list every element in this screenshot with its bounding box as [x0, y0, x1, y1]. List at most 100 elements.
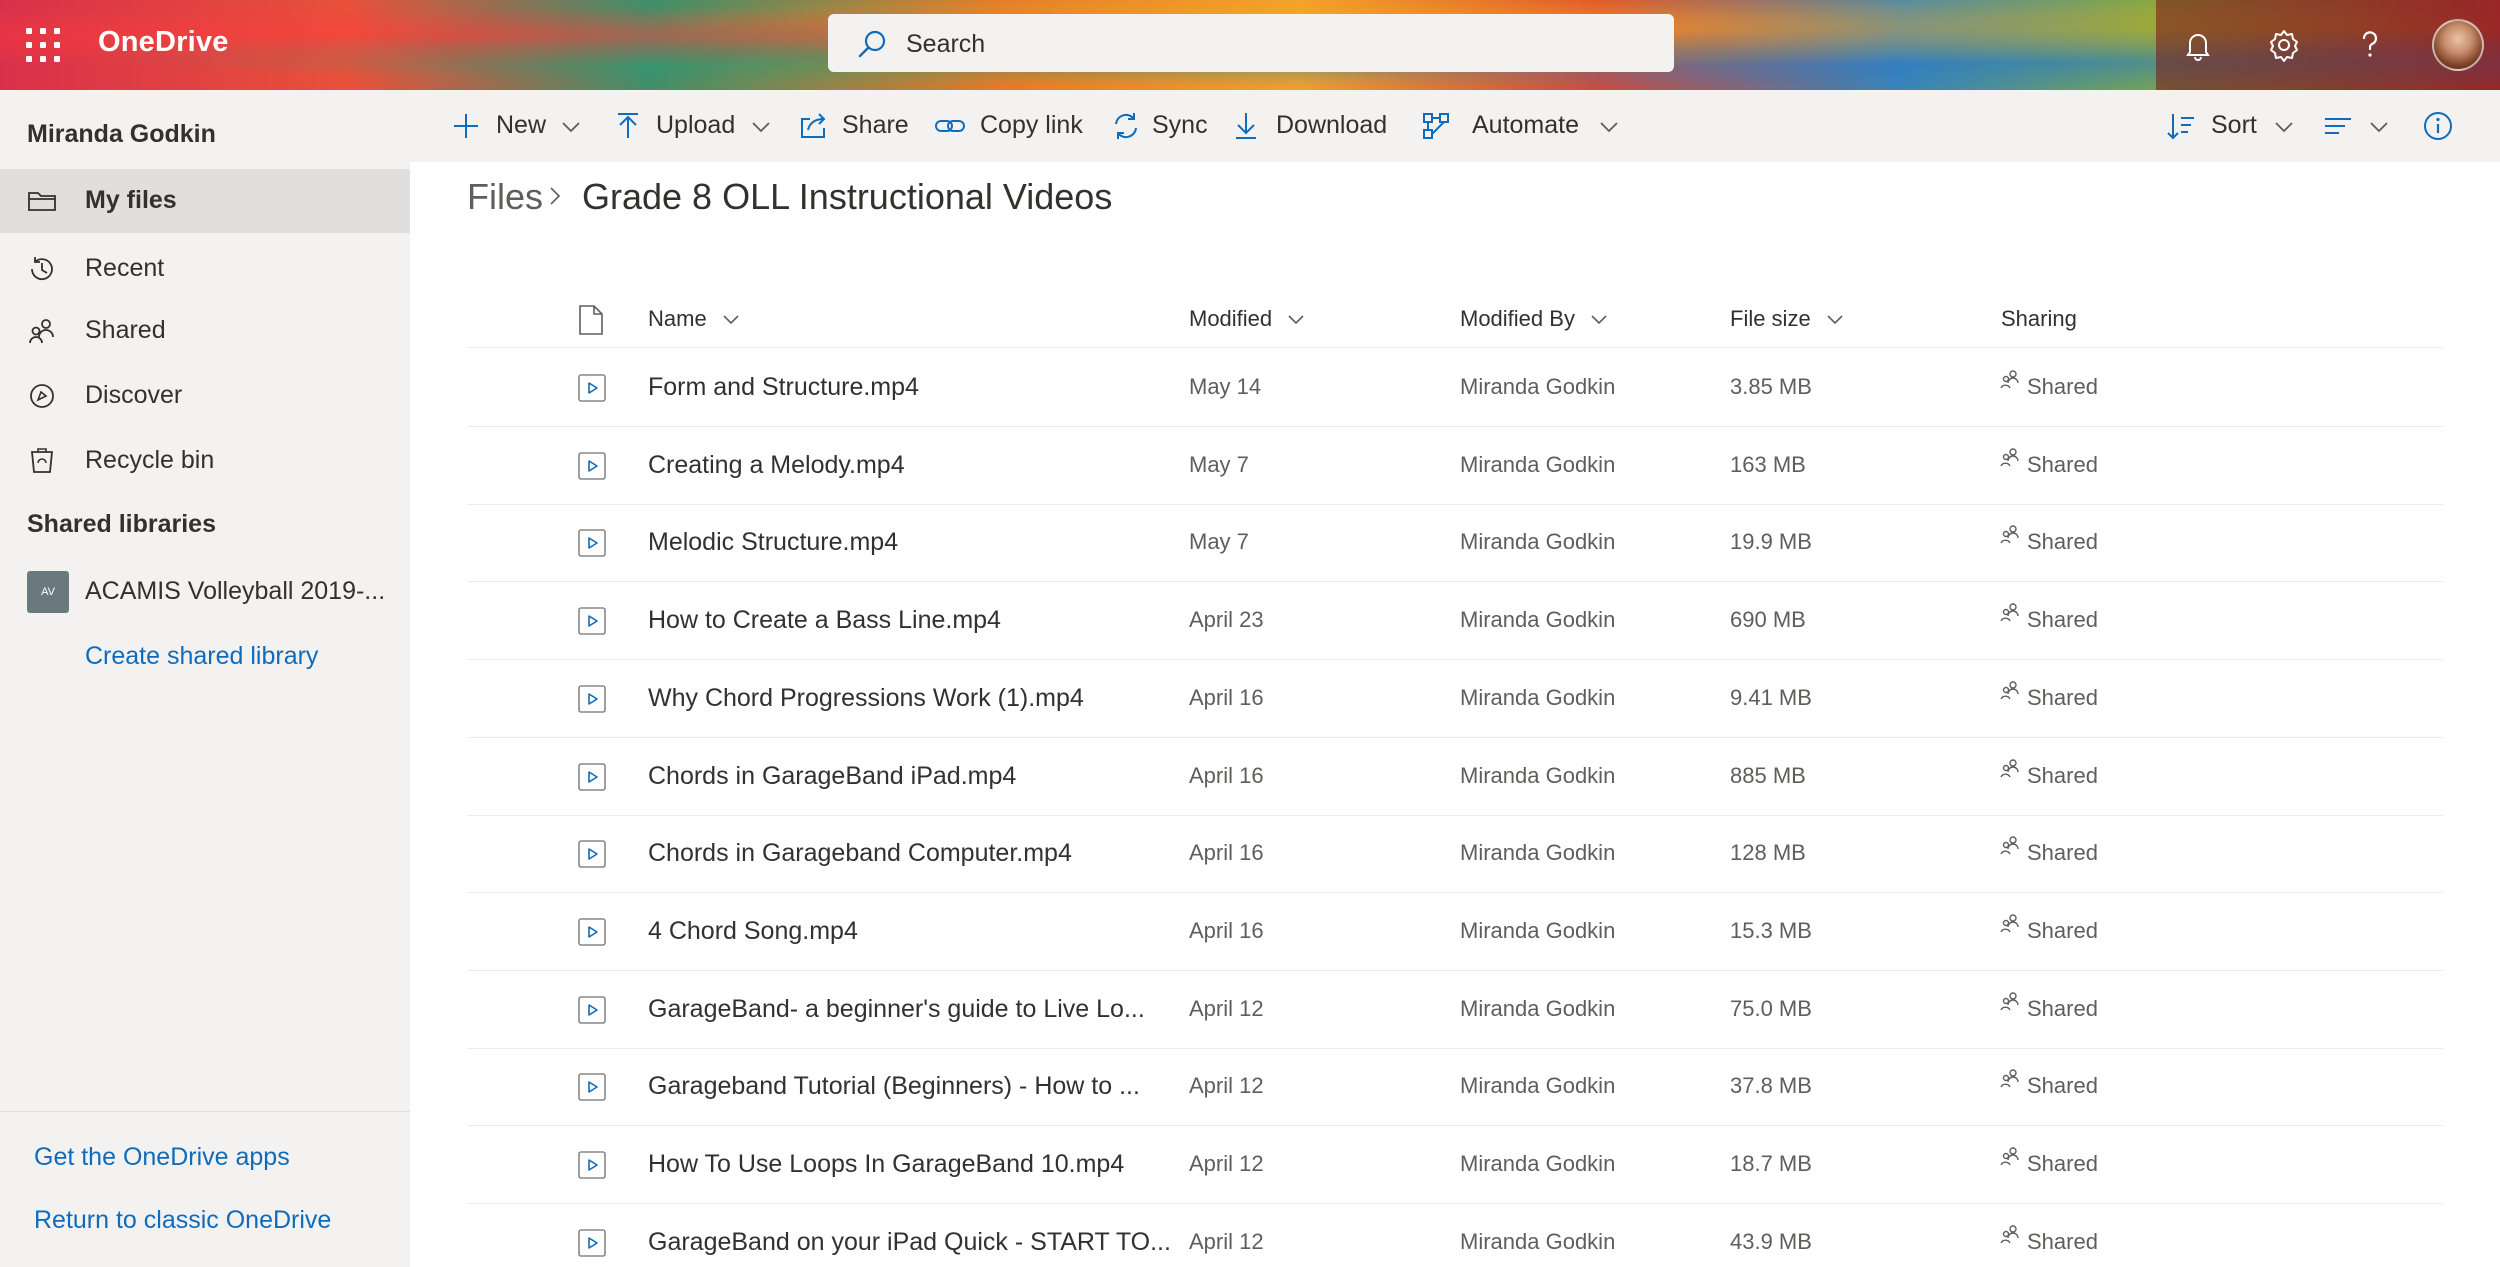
video-file-icon	[578, 685, 606, 713]
file-modified-by: Miranda Godkin	[1460, 763, 1616, 788]
file-modified: April 12	[1189, 1073, 1264, 1098]
file-name[interactable]: Melodic Structure.mp4	[648, 528, 898, 557]
download-button[interactable]: Download	[1230, 90, 1400, 162]
file-name[interactable]: How To Use Loops In GarageBand 10.mp4	[648, 1150, 1124, 1179]
video-file-icon	[578, 374, 606, 402]
file-name[interactable]: Chords in GarageBand iPad.mp4	[648, 762, 1016, 791]
nav-item-discover[interactable]: Discover	[0, 364, 410, 428]
video-file-icon	[578, 918, 606, 946]
user-avatar[interactable]	[2432, 19, 2484, 71]
list-view-icon	[2325, 118, 2351, 134]
column-header-sharing[interactable]: Sharing	[2001, 306, 2077, 332]
history-icon	[31, 257, 53, 281]
column-header-name[interactable]: Name	[648, 306, 741, 332]
table-row[interactable]: Chords in Garageband Computer.mp4 April 1…	[467, 815, 2443, 893]
table-row[interactable]: Creating a Melody.mp4 May 7 Miranda Godkin…	[467, 427, 2443, 505]
file-name[interactable]: Garageband Tutorial (Beginners) - How to…	[648, 1072, 1140, 1101]
suite-header: OneDrive Search	[0, 0, 2500, 90]
chevron-down-icon	[752, 122, 770, 133]
return-classic-link[interactable]: Return to classic OneDrive	[34, 1206, 331, 1235]
info-button[interactable]	[2422, 90, 2462, 162]
file-name[interactable]: Chords in Garageband Computer.mp4	[648, 839, 1072, 868]
chevron-down-icon	[1288, 315, 1304, 325]
automate-label: Automate	[1472, 111, 1580, 139]
nav-item-library[interactable]: AV ACAMIS Volleyball 2019-...	[0, 555, 410, 629]
gear-icon[interactable]	[2264, 25, 2304, 65]
help-icon[interactable]	[2350, 25, 2390, 65]
column-label: File size	[1730, 306, 1811, 331]
file-modified: April 23	[1189, 607, 1264, 632]
nav-item-recent[interactable]: Recent	[0, 237, 410, 301]
view-options-button[interactable]	[2322, 90, 2394, 162]
new-label: New	[496, 111, 547, 139]
table-row[interactable]: Why Chord Progressions Work (1).mp4 April…	[467, 660, 2443, 738]
nav-item-my-files[interactable]: My files	[0, 169, 410, 233]
file-modified: April 12	[1189, 1229, 1264, 1254]
upload-label: Upload	[656, 111, 736, 139]
list-header: Name Modified Modified By File size Shar…	[467, 292, 2443, 348]
file-modified: April 12	[1189, 996, 1264, 1021]
file-name[interactable]: Why Chord Progressions Work (1).mp4	[648, 684, 1084, 713]
nav-item-recycle-bin[interactable]: Recycle bin	[0, 429, 410, 493]
file-modified-by: Miranda Godkin	[1460, 607, 1616, 632]
upload-icon	[618, 113, 638, 138]
table-row[interactable]: GarageBand on your iPad Quick - START TO…	[467, 1204, 2443, 1267]
page-title: Grade 8 OLL Instructional Videos	[582, 176, 1113, 217]
file-modified-by: Miranda Godkin	[1460, 996, 1616, 1021]
chevron-down-icon	[562, 122, 580, 133]
table-row[interactable]: Chords in GarageBand iPad.mp4 April 16 Mir…	[467, 738, 2443, 816]
nav-item-shared[interactable]: Shared	[0, 299, 410, 363]
file-size: 43.9 MB	[1730, 1229, 1812, 1254]
file-size: 3.85 MB	[1730, 374, 1812, 399]
app-title[interactable]: OneDrive	[98, 26, 229, 59]
get-apps-link[interactable]: Get the OneDrive apps	[34, 1143, 290, 1172]
table-row[interactable]: Form and Structure.mp4 May 14 Miranda Godk…	[467, 349, 2443, 427]
file-type-icon[interactable]	[577, 304, 605, 336]
table-row[interactable]: GarageBand- a beginner's guide to Live L…	[467, 971, 2443, 1049]
breadcrumb-root[interactable]: Files	[467, 176, 543, 218]
file-name[interactable]: GarageBand on your iPad Quick - START TO…	[648, 1228, 1171, 1257]
sync-button[interactable]: Sync	[1110, 90, 1220, 162]
file-name[interactable]: 4 Chord Song.mp4	[648, 917, 858, 946]
column-label: Name	[648, 306, 707, 331]
sort-icon	[2167, 114, 2194, 140]
file-name[interactable]: How to Create a Bass Line.mp4	[648, 606, 1001, 635]
table-row[interactable]: How To Use Loops In GarageBand 10.mp4 Apr…	[467, 1126, 2443, 1204]
sharing-status: Shared	[2027, 1151, 2098, 1176]
table-row[interactable]: How to Create a Bass Line.mp4 April 23 Mir…	[467, 582, 2443, 660]
automate-button[interactable]: Automate	[1420, 90, 1620, 162]
table-row[interactable]: Melodic Structure.mp4 May 7 Miranda Godkin…	[467, 504, 2443, 582]
file-modified: May 7	[1189, 452, 1249, 477]
file-modified: May 7	[1189, 529, 1249, 554]
plus-icon	[454, 114, 478, 138]
file-name[interactable]: Creating a Melody.mp4	[648, 451, 905, 480]
sharing-status: Shared	[2027, 1073, 2098, 1098]
file-name[interactable]: Form and Structure.mp4	[648, 373, 919, 402]
create-shared-library-link[interactable]: Create shared library	[85, 642, 318, 671]
sharing-status: Shared	[2027, 529, 2098, 554]
video-file-icon	[578, 607, 606, 635]
recycle-bin-icon	[31, 448, 53, 473]
file-name[interactable]: GarageBand- a beginner's guide to Live L…	[648, 995, 1145, 1024]
column-header-modified[interactable]: Modified	[1189, 306, 1306, 332]
upload-button[interactable]: Upload	[612, 90, 792, 162]
file-modified-by: Miranda Godkin	[1460, 918, 1616, 943]
file-modified: April 16	[1189, 685, 1264, 710]
table-row[interactable]: 4 Chord Song.mp4 April 16 Miranda Godkin 15…	[467, 893, 2443, 971]
library-avatar: AV	[27, 571, 69, 613]
copy-link-button[interactable]: Copy link	[934, 90, 1094, 162]
app-launcher-icon[interactable]	[24, 26, 62, 64]
table-row[interactable]: Garageband Tutorial (Beginners) - How to…	[467, 1048, 2443, 1126]
column-header-file-size[interactable]: File size	[1730, 306, 1845, 332]
video-file-icon	[578, 1151, 606, 1179]
file-modified: April 16	[1189, 918, 1264, 943]
sort-button[interactable]: Sort	[2165, 90, 2295, 162]
new-button[interactable]: New	[450, 90, 590, 162]
people-icon	[2000, 914, 2019, 933]
column-header-modified-by[interactable]: Modified By	[1460, 306, 1609, 332]
sharing-status: Shared	[2027, 374, 2098, 399]
people-icon	[2000, 370, 2019, 389]
search-box[interactable]: Search	[828, 14, 1674, 72]
bell-icon[interactable]	[2178, 25, 2218, 65]
share-button[interactable]: Share	[798, 90, 918, 162]
